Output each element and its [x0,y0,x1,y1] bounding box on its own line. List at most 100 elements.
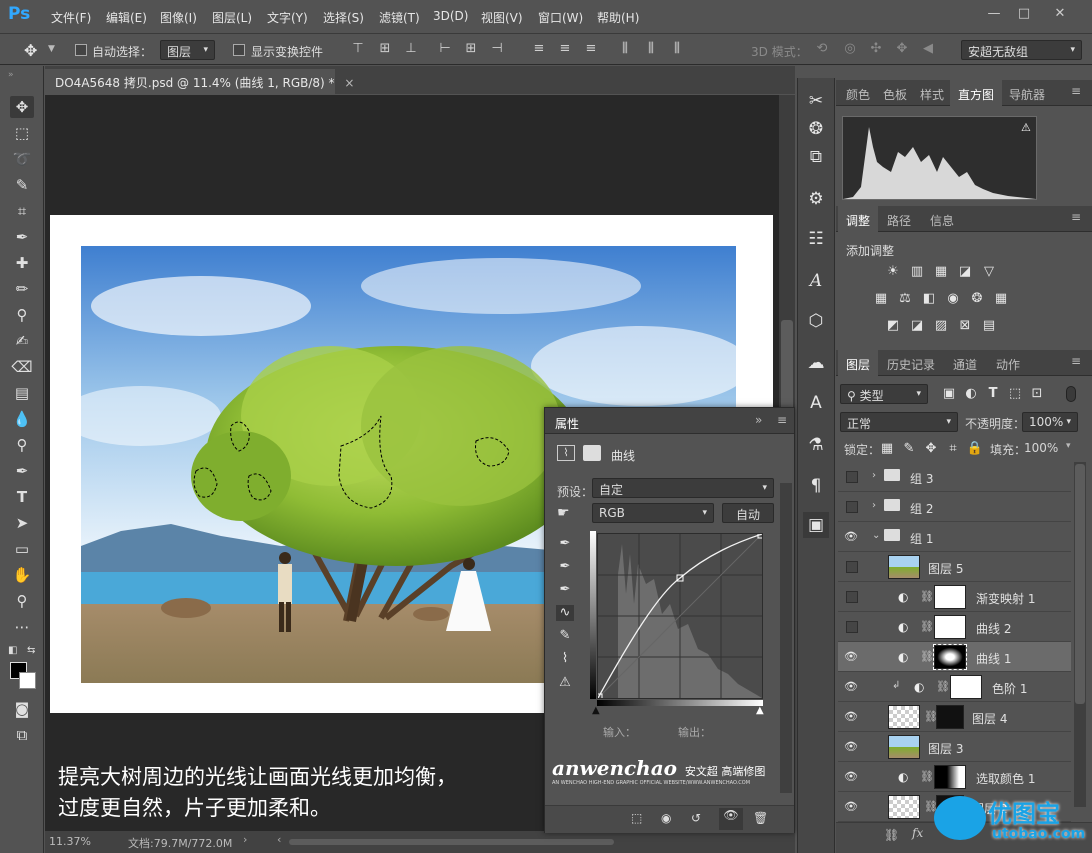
dodge-tool-icon[interactable]: ⚲ [10,434,34,456]
smooth-curve-icon[interactable]: ⌇ [556,651,574,667]
quick-select-tool-icon[interactable]: ✎ [10,174,34,196]
tool-presets-icon[interactable]: ☷ [803,226,829,252]
visibility-toggle[interactable] [846,471,858,483]
layer-row[interactable]: ◐ ⛓ 曲线 2 [838,612,1071,642]
lock-all-icon[interactable]: 🔒 [966,441,984,457]
layer-mask-thumbnail[interactable] [933,644,967,670]
panel-menu-icon[interactable]: ≡ [1071,210,1081,224]
3d-icon[interactable]: ⬡ [803,308,829,334]
distribute-vcenter-icon[interactable]: ≡ [558,41,572,57]
levels-icon[interactable]: ▥ [908,264,926,280]
channel-dropdown[interactable]: RGB ▾ [592,503,714,523]
horizontal-scroll-thumb[interactable] [289,839,614,845]
paragraph-icon[interactable]: ¶ [803,473,829,499]
tab-histogram[interactable]: 直方图 [958,86,994,103]
layer-mask-thumbnail[interactable] [934,585,966,609]
layer-mask-thumbnail[interactable] [934,615,966,639]
gradient-map-icon[interactable]: ▤ [980,318,998,334]
layer-row[interactable]: 👁 图层 3 [838,732,1071,762]
tab-layers[interactable]: 图层 [846,356,870,373]
libraries-icon[interactable]: ☁ [803,350,829,376]
link-layers-icon[interactable]: ⛓ [884,828,899,842]
scroll-left-icon[interactable]: ‹ [277,833,281,846]
expand-chevron-icon[interactable]: ⌄ [872,530,880,541]
move-tool-icon[interactable]: ✥ [10,96,34,118]
distribute-left-icon[interactable]: ⫼ [618,41,632,57]
3d-rotate-icon[interactable]: ⟲ [815,41,829,57]
black-white-icon[interactable]: ◧ [920,291,938,307]
tab-styles[interactable]: 样式 [920,86,944,103]
tab-channels[interactable]: 通道 [953,356,977,373]
clipping-warning-icon[interactable]: ⚠ [556,675,574,691]
move-tool-icon[interactable]: ✥ [24,41,37,60]
chain-link-icon[interactable]: ⛓ [936,680,950,693]
healing-brush-tool-icon[interactable]: ✚ [10,252,34,274]
reset-icon[interactable]: ↺ [691,811,701,825]
background-color-swatch[interactable] [19,672,36,689]
chain-link-icon[interactable]: ⛓ [920,620,934,633]
sample-black-icon[interactable]: ✒ [556,536,574,552]
document-tab[interactable]: DO4A5648 拷贝.psd @ 11.4% (曲线 1, RGB/8) * … [45,69,354,95]
character-icon[interactable]: A [803,268,829,294]
tab-actions[interactable]: 动作 [996,356,1020,373]
curves-icon[interactable]: ▦ [932,264,950,280]
align-top-icon[interactable]: ⊤ [351,41,365,57]
visibility-eye-icon[interactable]: 👁 [844,740,858,754]
adjustments-icon[interactable]: ⚗ [803,432,829,458]
invert-icon[interactable]: ◩ [884,318,902,334]
lasso-tool-icon[interactable]: ➰ [10,148,34,170]
opacity-input[interactable]: 100% ▾ [1022,412,1078,432]
properties-scrollbar[interactable] [780,483,792,793]
path-select-tool-icon[interactable]: ➤ [10,512,34,534]
delete-icon[interactable]: 🗑 [753,811,768,825]
workspace-dropdown[interactable]: 安超无敌组 ▾ [961,40,1082,60]
filter-adjustment-icon[interactable]: ◐ [962,386,980,402]
curve-edit-icon[interactable]: ∿ [556,605,574,621]
menu-edit[interactable]: 编辑(E) [106,9,147,26]
filter-smart-icon[interactable]: ⊡ [1028,386,1046,402]
auto-button[interactable]: 自动 [722,503,774,523]
visibility-eye-icon[interactable]: 👁 [844,710,858,724]
distribute-right-icon[interactable]: ⫼ [670,41,684,57]
default-colors-icon[interactable]: ◧ [8,645,17,656]
chain-link-icon[interactable]: ⛓ [920,590,934,603]
align-left-icon[interactable]: ⊢ [438,41,452,57]
hue-saturation-icon[interactable]: ▦ [872,291,890,307]
3d-slide-icon[interactable]: ✥ [895,41,909,57]
layer-row[interactable]: 👁 ◐ ⛓ 选取颜色 1 [838,762,1071,792]
photo-filter-icon[interactable]: ◉ [944,291,962,307]
close-window-button[interactable]: ✕ [1050,6,1070,22]
filter-toggle[interactable] [1066,386,1076,402]
filter-pixel-icon[interactable]: ▣ [940,386,958,402]
properties-panel-icon[interactable]: ▣ [803,512,829,538]
threshold-icon[interactable]: ▨ [932,318,950,334]
layer-row[interactable]: 图层 5 [838,552,1071,582]
curves-adjustment-icon[interactable]: ⌇ [557,445,575,461]
clone-source-icon[interactable]: ⧉ [803,144,829,170]
visibility-toggle[interactable] [846,561,858,573]
menu-window[interactable]: 窗口(W) [538,9,583,26]
filter-type-icon[interactable]: T [984,386,1002,402]
tab-paths[interactable]: 路径 [887,212,911,229]
layer-row[interactable]: ◐ ⛓ 渐变映射 1 [838,582,1071,612]
layer-mask-thumbnail[interactable] [934,765,966,789]
layer-row[interactable]: 👁 ⛓ 图层 4 [838,702,1071,732]
visibility-eye-icon[interactable]: 👁 [844,800,858,814]
menu-help[interactable]: 帮助(H) [597,9,639,26]
lock-artboard-icon[interactable]: ⌗ [944,441,962,457]
rectangle-tool-icon[interactable]: ▭ [10,538,34,560]
swap-colors-icon[interactable]: ⇆ [27,645,35,656]
sample-white-icon[interactable]: ✒ [556,582,574,598]
align-right-icon[interactable]: ⊣ [490,41,504,57]
visibility-eye-icon[interactable]: 👁 [844,680,858,694]
tab-swatches[interactable]: 色板 [883,86,907,103]
layer-mask-thumbnail[interactable] [936,705,964,729]
lock-transparency-icon[interactable]: ▦ [878,441,896,457]
warning-icon[interactable]: ⚠ [1021,121,1031,134]
menu-3d[interactable]: 3D(D) [433,9,468,23]
fill-value[interactable]: 100% [1024,441,1058,455]
menu-filter[interactable]: 滤镜(T) [379,9,420,26]
clip-to-layer-icon[interactable]: ⬚ [631,811,642,825]
channel-mixer-icon[interactable]: ❂ [968,291,986,307]
visibility-toggle[interactable] [846,621,858,633]
